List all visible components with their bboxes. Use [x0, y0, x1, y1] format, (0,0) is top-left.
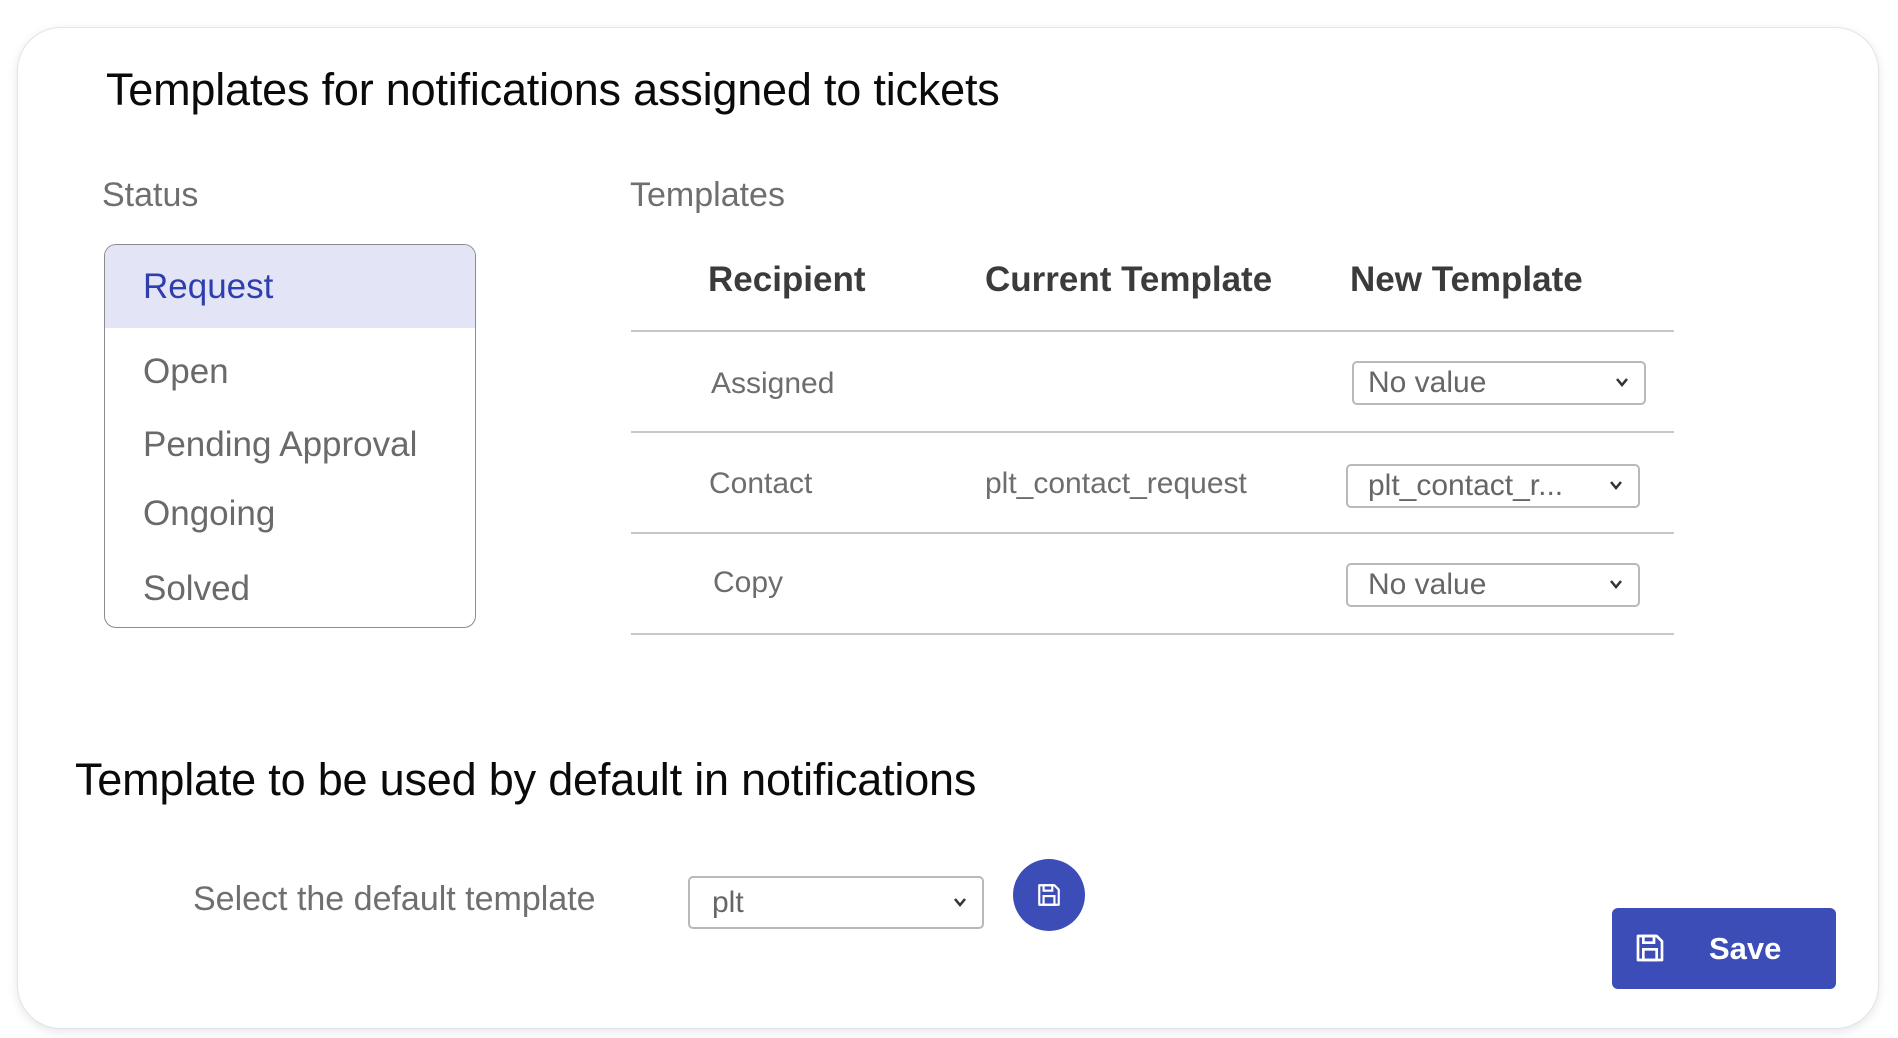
row-assigned-new-template-select[interactable]: No value: [1352, 361, 1646, 405]
select-value: plt: [712, 886, 744, 919]
column-header-new-template: New Template: [1350, 260, 1583, 299]
save-button-label: Save: [1709, 931, 1782, 966]
table-divider: [631, 532, 1674, 534]
table-divider: [631, 431, 1674, 433]
floppy-disk-icon: [1636, 934, 1664, 962]
status-item-pending-approval[interactable]: Pending Approval: [105, 420, 475, 470]
select-value: No value: [1368, 568, 1487, 601]
table-divider: [631, 633, 1674, 635]
row-contact-current-template: plt_contact_request: [985, 467, 1247, 500]
save-button[interactable]: Save: [1612, 908, 1836, 989]
status-item-request[interactable]: Request: [105, 245, 475, 328]
row-copy-recipient: Copy: [713, 566, 784, 599]
status-item-open[interactable]: Open: [105, 347, 475, 397]
row-copy-new-template-select[interactable]: No value: [1346, 563, 1640, 607]
default-template-select[interactable]: plt: [688, 876, 984, 929]
column-header-recipient: Recipient: [708, 260, 866, 299]
chevron-down-icon: [954, 898, 966, 907]
column-header-current-template: Current Template: [985, 260, 1273, 299]
floppy-disk-icon: [1038, 884, 1060, 906]
default-template-label: Select the default template: [193, 880, 596, 918]
status-list: Request Open Pending Approval Ongoing So…: [104, 244, 476, 628]
save-default-template-button[interactable]: [1013, 859, 1085, 931]
status-label: Status: [102, 176, 199, 214]
row-contact-recipient: Contact: [709, 467, 813, 500]
templates-label: Templates: [630, 176, 785, 214]
status-item-ongoing[interactable]: Ongoing: [105, 489, 475, 539]
chevron-down-icon: [1616, 378, 1628, 387]
notifications-section-title: Templates for notifications assigned to …: [106, 64, 1000, 115]
select-value: plt_contact_r...: [1368, 469, 1564, 502]
chevron-down-icon: [1610, 481, 1622, 490]
row-assigned-recipient: Assigned: [711, 367, 835, 400]
status-item-solved[interactable]: Solved: [105, 564, 475, 614]
row-contact-new-template-select[interactable]: plt_contact_r...: [1346, 464, 1640, 508]
default-template-section-title: Template to be used by default in notifi…: [75, 754, 977, 805]
table-divider: [631, 330, 1674, 332]
chevron-down-icon: [1610, 580, 1622, 589]
select-value: No value: [1368, 366, 1487, 399]
